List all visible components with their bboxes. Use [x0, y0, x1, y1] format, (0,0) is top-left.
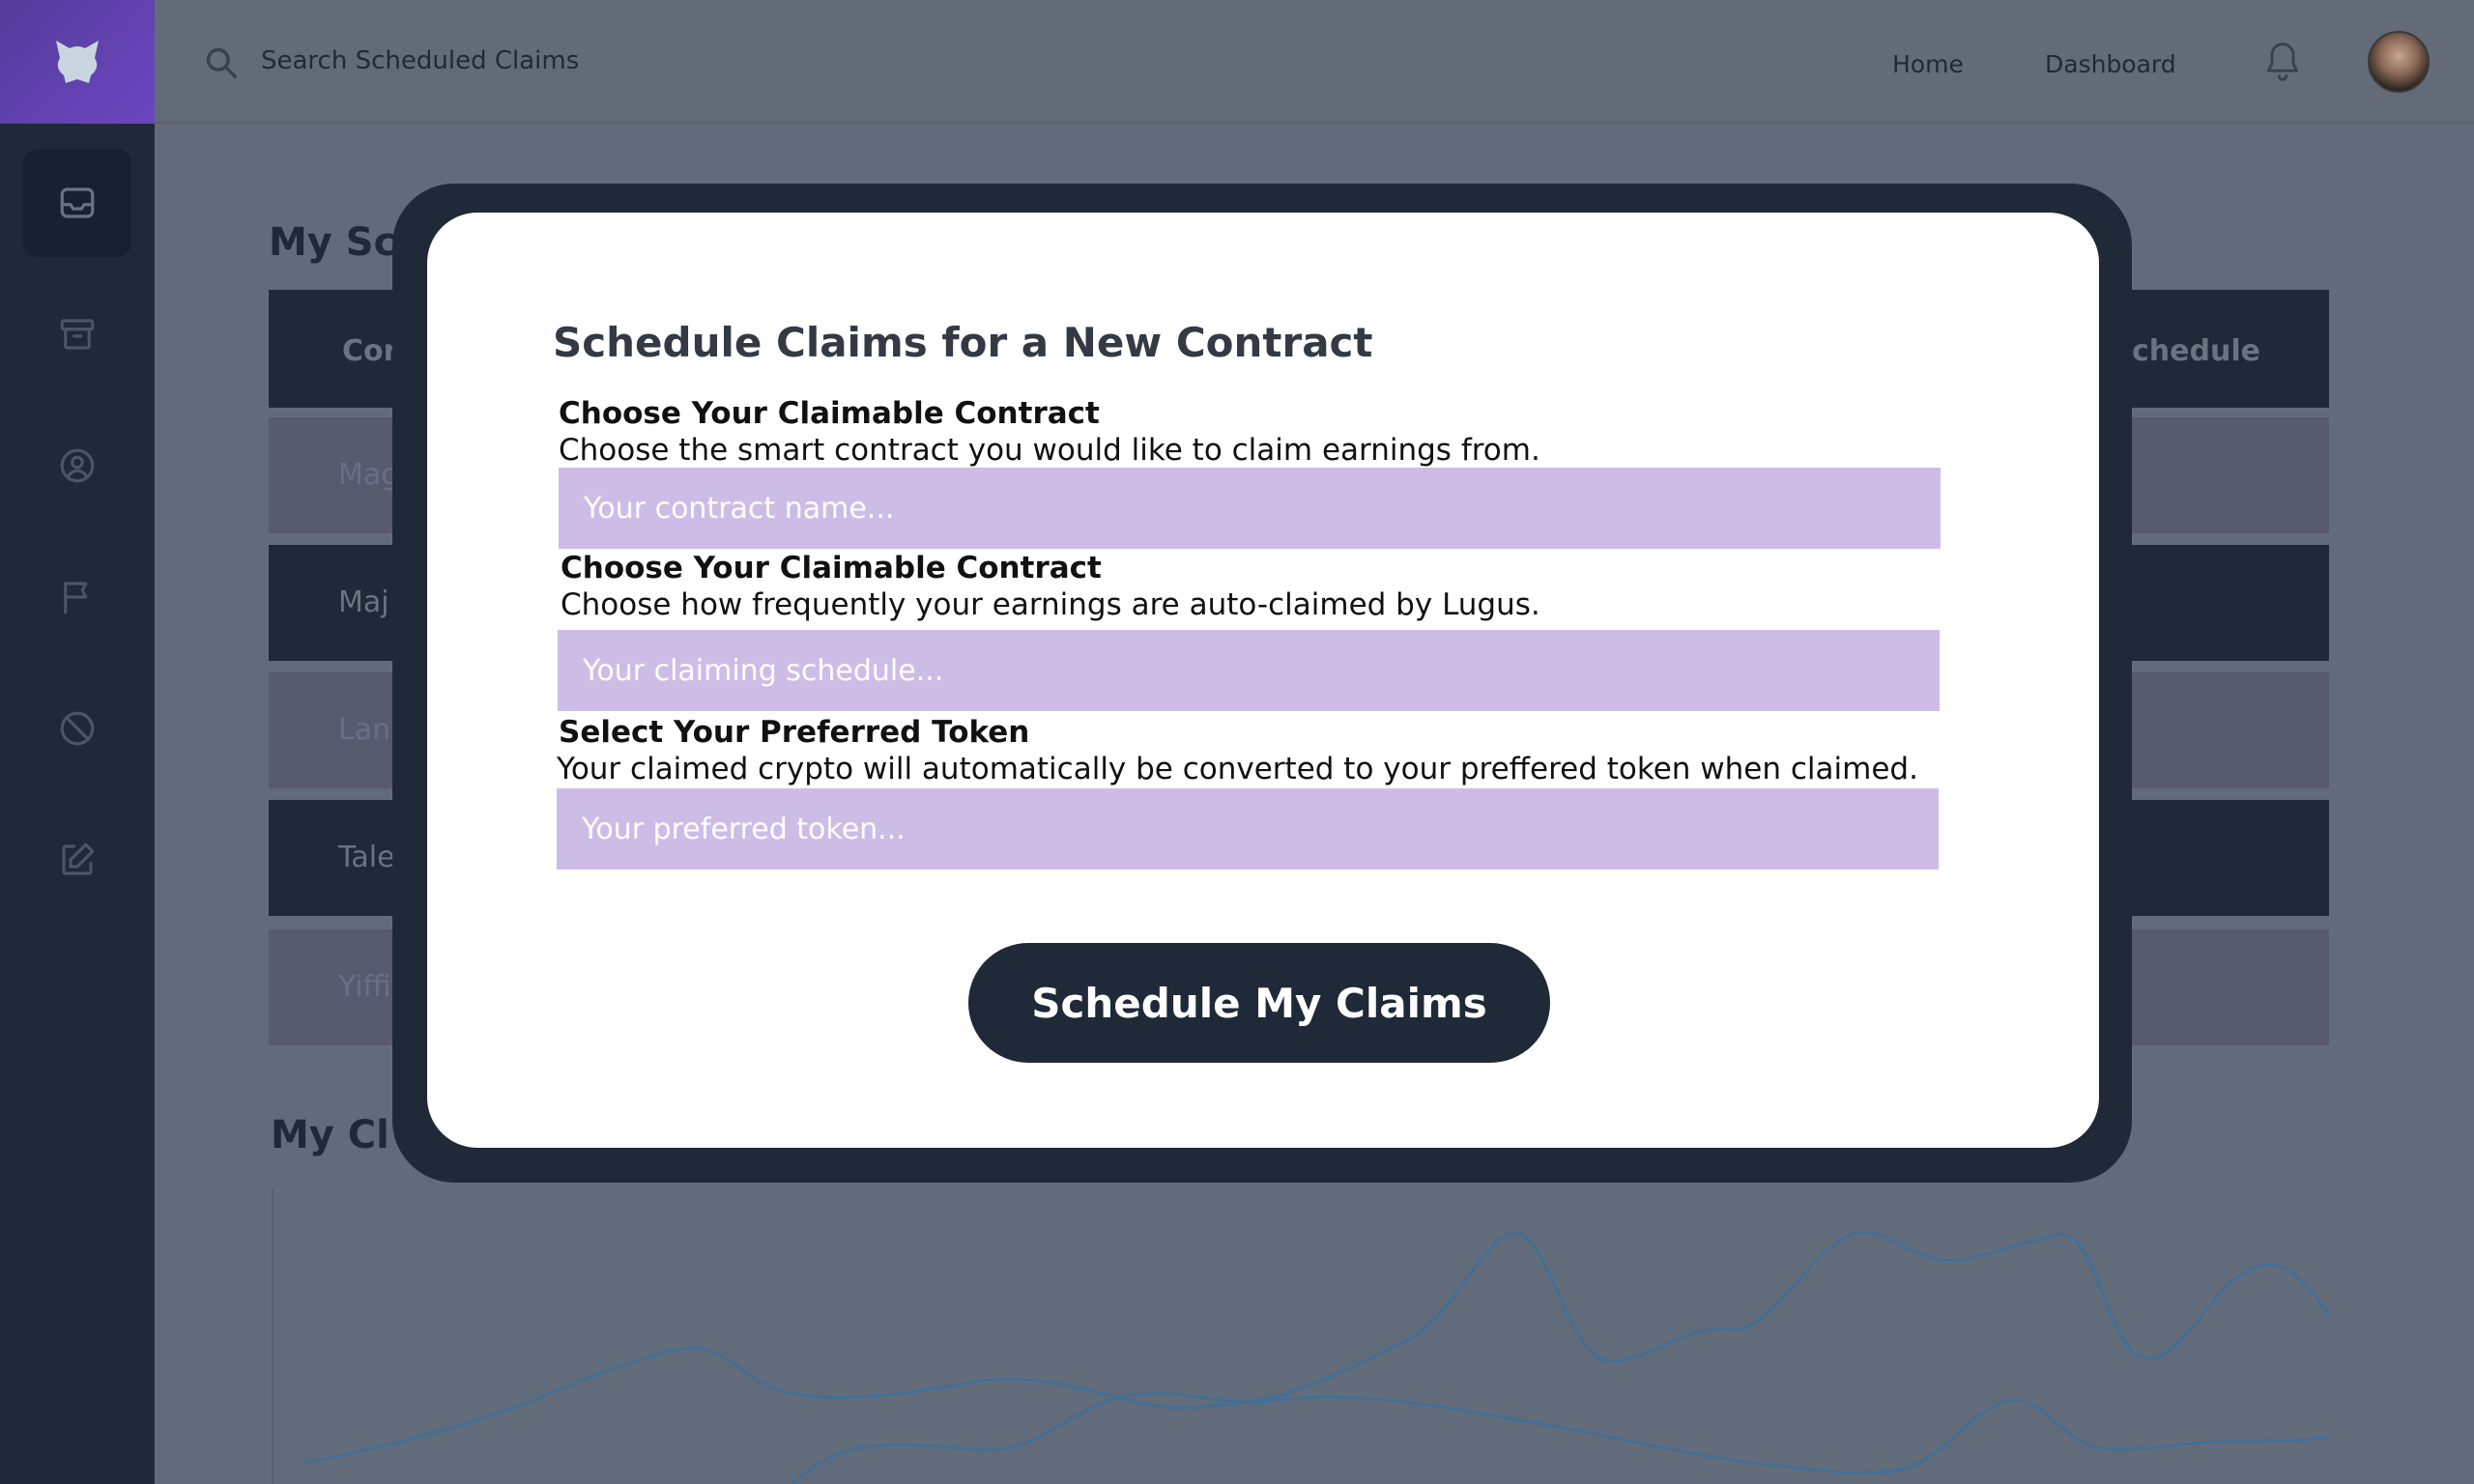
user-circle-icon: [60, 448, 95, 483]
contract-field-label: Choose Your Claimable Contract: [559, 396, 1100, 431]
chart-series-line-1: [303, 1231, 2329, 1465]
table-header-contract: Cor: [342, 334, 398, 368]
token-field-help: Your claimed crypto will automatically b…: [557, 752, 1918, 786]
preferred-token-input[interactable]: [557, 788, 1939, 870]
flag-icon: [64, 582, 88, 614]
claims-chart-title: My Cl: [271, 1113, 389, 1157]
scheduled-claims-title: My Sc: [269, 220, 397, 265]
table-cell: Lan: [338, 713, 391, 747]
ban-icon: [60, 711, 95, 746]
claiming-schedule-input[interactable]: [558, 630, 1940, 711]
schedule-claims-modal: Schedule Claims for a New Contract Choos…: [427, 213, 2099, 1148]
modal-title: Schedule Claims for a New Contract: [553, 319, 1373, 366]
contract-name-input[interactable]: [559, 468, 1941, 549]
table-cell: Tale: [338, 841, 395, 874]
contract-field-help: Choose the smart contract you would like…: [559, 433, 1540, 468]
schedule-my-claims-button[interactable]: Schedule My Claims: [968, 943, 1550, 1063]
fox-logo-icon: [56, 41, 99, 83]
sidebar-item-edit[interactable]: [23, 806, 131, 914]
inbox-icon: [60, 187, 95, 218]
edit-icon: [62, 842, 95, 875]
avatar[interactable]: [2368, 31, 2430, 93]
table-cell: Mag: [338, 458, 400, 492]
token-field-label: Select Your Preferred Token: [559, 715, 1030, 750]
sidebar-item-blocked[interactable]: [23, 674, 131, 783]
table-cell: Maj: [338, 585, 389, 619]
logo[interactable]: [0, 0, 155, 124]
claims-chart: [272, 1188, 2329, 1484]
sidebar-item-inbox[interactable]: [23, 149, 131, 257]
sidebar-item-flag[interactable]: [23, 543, 131, 651]
archive-icon: [60, 319, 95, 350]
nav-dashboard-link[interactable]: Dashboard: [2045, 50, 2176, 78]
schedule-field-help: Choose how frequently your earnings are …: [561, 587, 1540, 622]
search-input[interactable]: [261, 46, 937, 75]
schedule-field-label: Choose Your Claimable Contract: [561, 551, 1102, 585]
search-icon: [206, 47, 237, 78]
chart-series-line-2: [791, 1391, 2329, 1484]
table-cell: Yiffi: [338, 970, 391, 1004]
nav-home-link[interactable]: Home: [1892, 50, 1964, 78]
sidebar: [0, 124, 155, 1484]
bell-icon[interactable]: [2261, 39, 2304, 85]
sidebar-item-profile[interactable]: [23, 412, 131, 520]
sidebar-item-archive[interactable]: [23, 280, 131, 388]
topbar: Home Dashboard: [155, 0, 2474, 124]
table-header-schedule: chedule: [2132, 334, 2260, 368]
